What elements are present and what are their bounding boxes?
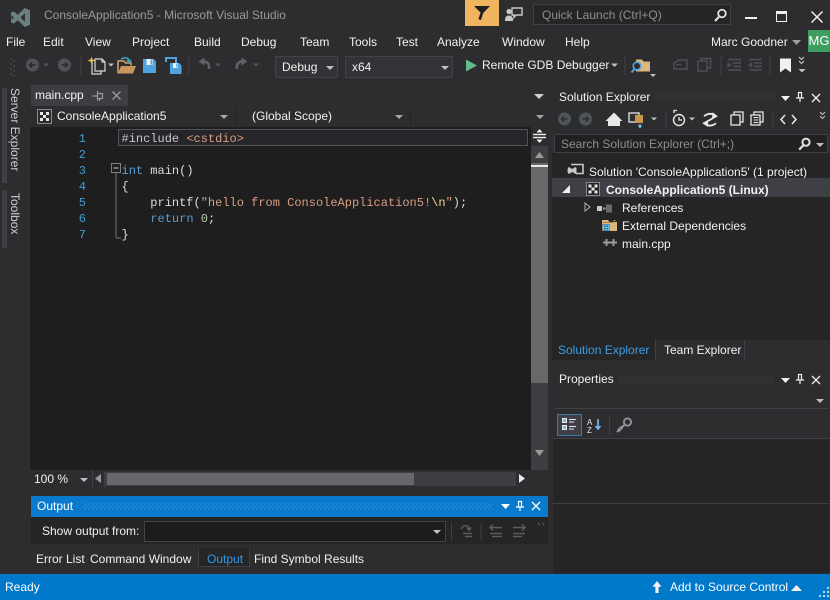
svg-text:Z: Z	[587, 426, 592, 433]
